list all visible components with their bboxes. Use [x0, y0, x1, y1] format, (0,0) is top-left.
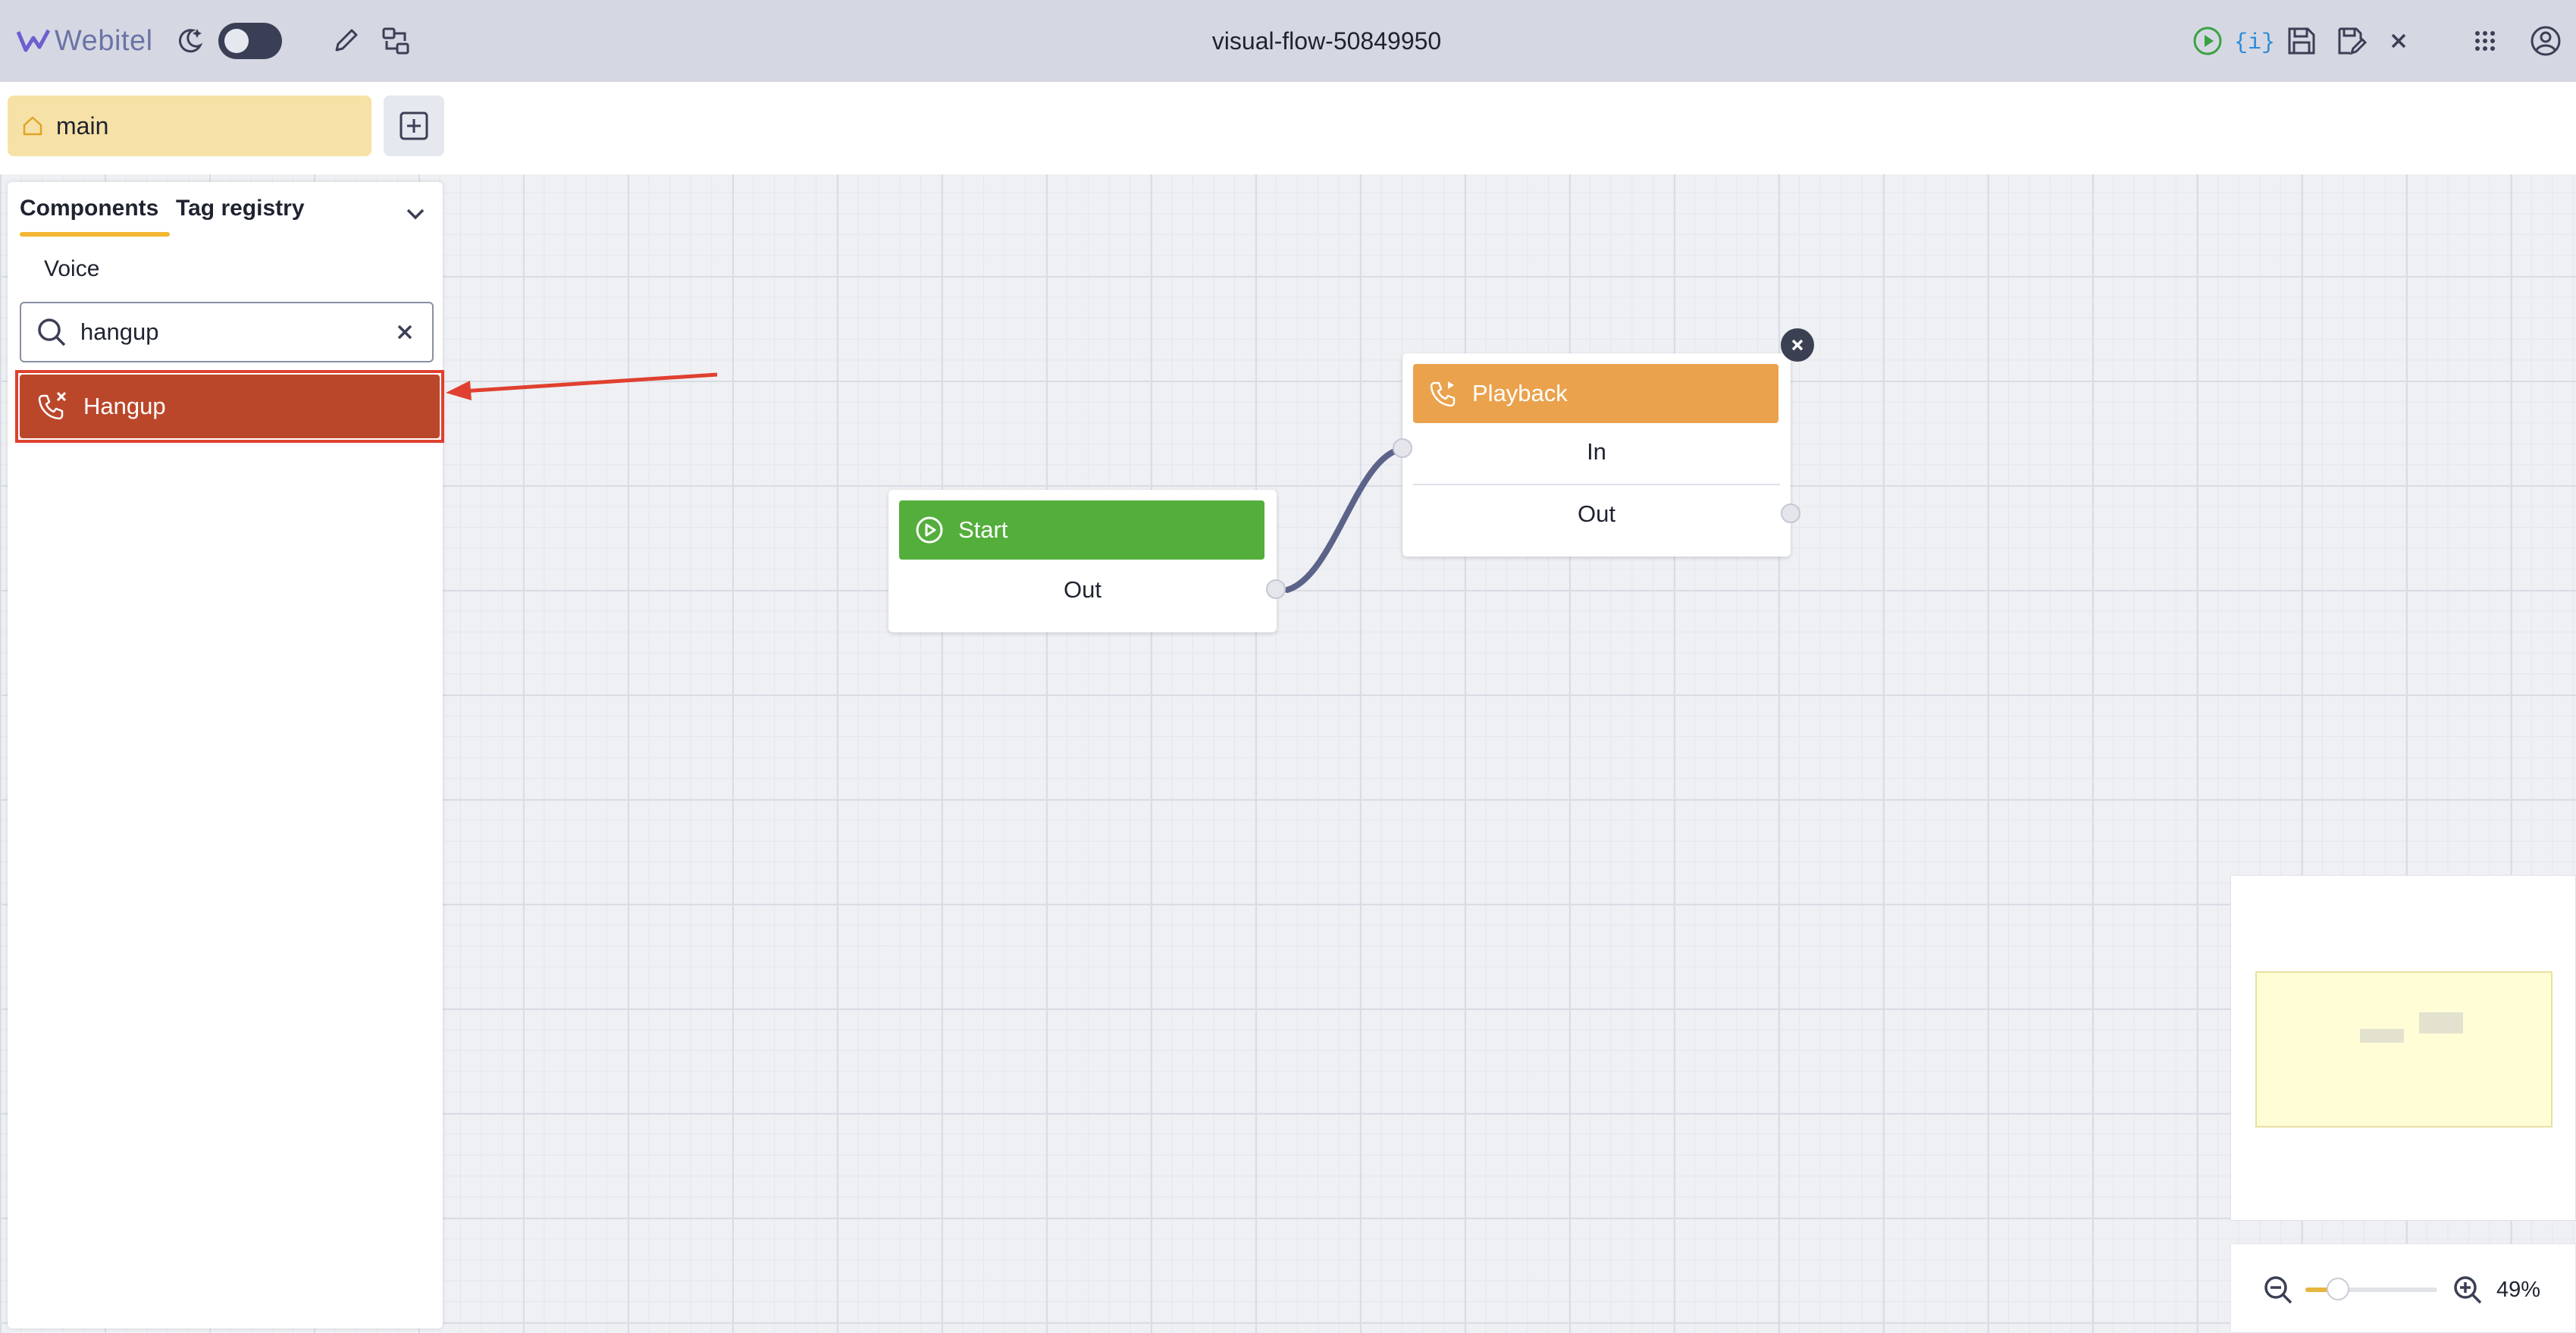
playback-node-header[interactable]: Playback: [1413, 364, 1778, 423]
playback-in-port[interactable]: [1393, 438, 1412, 458]
active-tab-indicator: [20, 232, 170, 237]
component-search[interactable]: [20, 302, 434, 362]
minimap-playback-node: [2419, 1012, 2463, 1033]
search-icon: [38, 318, 66, 347]
phone-hangup-icon: [38, 391, 67, 420]
zoom-out-icon[interactable]: [2261, 1273, 2295, 1306]
playback-out-label: Out: [1578, 500, 1615, 527]
chevron-down-icon[interactable]: [402, 200, 429, 227]
playback-in-label: In: [1587, 438, 1606, 465]
connection-start-playback[interactable]: [1284, 446, 1406, 593]
start-node-title: Start: [958, 516, 1008, 543]
clear-search-icon[interactable]: [391, 318, 418, 346]
playback-divider: [1413, 484, 1780, 485]
minimap-viewport[interactable]: [2255, 971, 2552, 1128]
playback-out-port[interactable]: [1781, 503, 1800, 523]
zoom-controls: 49%: [2230, 1244, 2576, 1333]
start-out-port[interactable]: [1266, 579, 1286, 599]
zoom-value: 49%: [2496, 1278, 2541, 1302]
component-hangup[interactable]: Hangup: [20, 375, 440, 438]
tab-tag-registry[interactable]: Tag registry: [176, 196, 305, 221]
phone-playback-icon: [1430, 381, 1456, 407]
start-node-header[interactable]: Start: [899, 500, 1264, 560]
minimap-start-node: [2360, 1029, 2404, 1043]
components-panel: Components Tag registry Voice Hangup: [8, 182, 444, 1328]
component-hangup-label: Hangup: [83, 393, 166, 419]
playback-node[interactable]: Playback In Out: [1393, 353, 1800, 557]
start-node[interactable]: Start Out: [888, 490, 1286, 632]
play-circle-icon: [916, 516, 943, 544]
node-delete-button[interactable]: [1781, 328, 1814, 362]
start-out-label: Out: [1064, 576, 1102, 603]
category-label[interactable]: Voice: [44, 256, 99, 282]
annotation-arrow: [446, 372, 718, 400]
zoom-in-icon[interactable]: [2451, 1273, 2484, 1306]
zoom-slider-thumb[interactable]: [2326, 1278, 2349, 1300]
playback-node-title: Playback: [1472, 380, 1568, 406]
close-icon: [1791, 339, 1804, 351]
minimap[interactable]: [2230, 875, 2576, 1221]
zoom-slider[interactable]: [2305, 1278, 2437, 1300]
search-input[interactable]: [79, 318, 370, 347]
tab-components[interactable]: Components: [20, 196, 158, 221]
